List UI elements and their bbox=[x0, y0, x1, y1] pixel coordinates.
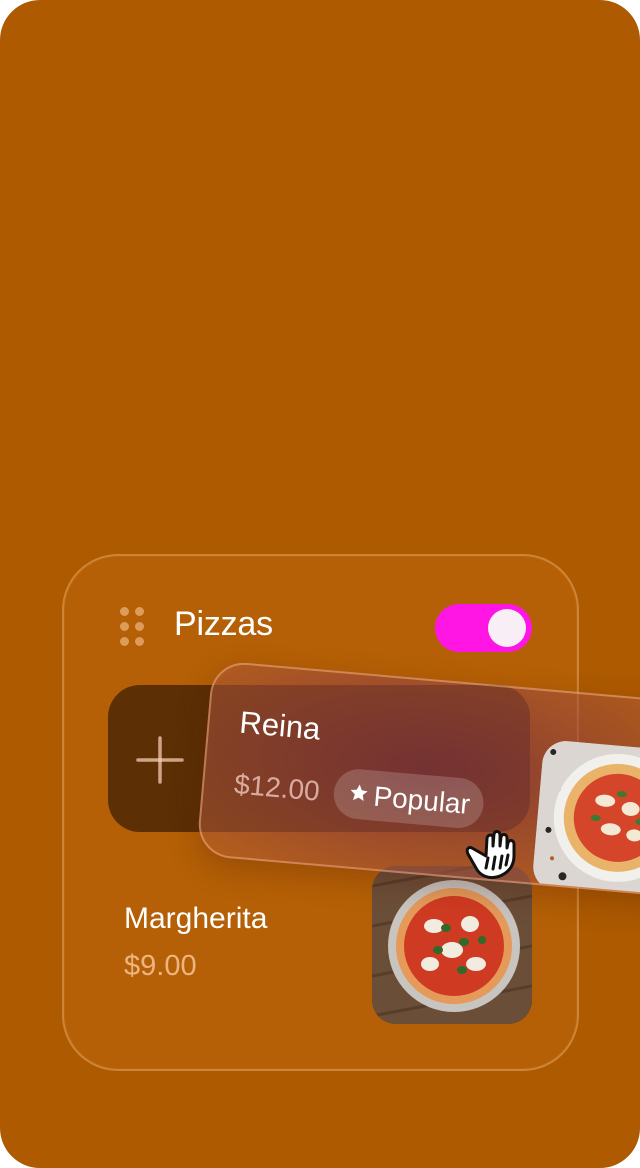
toggle-knob bbox=[488, 609, 526, 647]
menu-item-name: Margherita bbox=[124, 902, 268, 935]
grab-hand-icon bbox=[465, 830, 516, 880]
badge-label: Popular bbox=[372, 780, 472, 820]
popular-badge: Popular bbox=[331, 767, 486, 831]
app-screen: Pizzas Margherita $9.00 Reina $12.00 Pop… bbox=[0, 0, 640, 1168]
menu-item-price: $9.00 bbox=[124, 950, 197, 982]
margherita-pizza-image bbox=[372, 866, 532, 1024]
category-toggle[interactable] bbox=[435, 604, 532, 652]
dragged-item-name: Reina bbox=[238, 704, 322, 747]
plus-icon bbox=[136, 736, 184, 784]
drag-handle-icon[interactable] bbox=[120, 607, 146, 647]
category-title: Pizzas bbox=[174, 605, 273, 643]
reina-pizza-image bbox=[531, 739, 640, 899]
star-icon bbox=[350, 784, 368, 801]
dragged-item-price: $12.00 bbox=[232, 768, 321, 807]
